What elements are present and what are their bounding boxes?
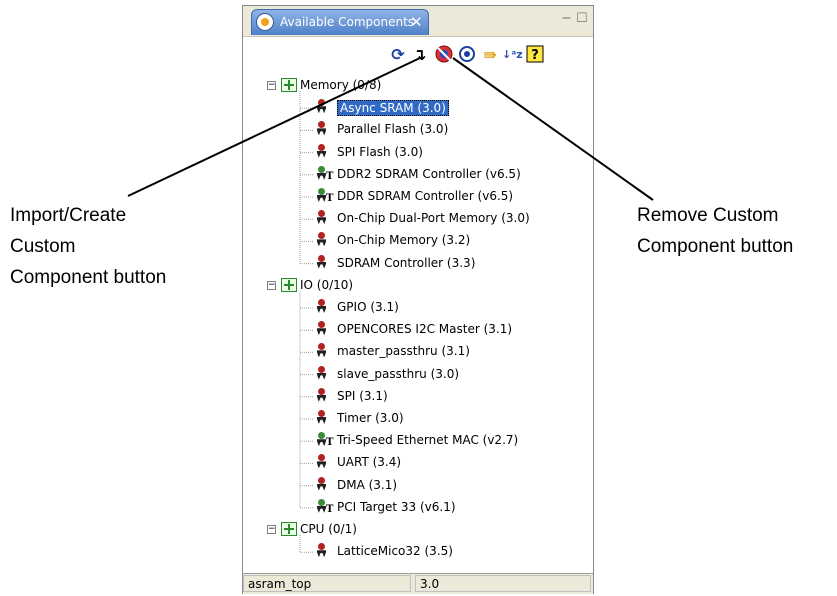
svg-text:?: ? [531,48,539,63]
category-folder-icon [281,522,297,536]
component-icon [313,387,329,404]
component-label: SPI (3.1) [337,388,388,403]
ip-core-icon: T [313,498,333,515]
component-icon [313,476,329,493]
component-label: Parallel Flash (3.0) [337,122,449,137]
tab-available-components[interactable]: Available Components ✕ [251,9,429,35]
component-label: Timer (3.0) [337,411,404,425]
component-icon [313,232,329,248]
status-version: 3.0 [415,575,591,592]
remove-callout-line2: Component button [637,236,794,257]
ip-core-icon: T [313,165,333,182]
refresh-icon[interactable]: ⟳ [388,45,408,65]
import-callout-line2: Custom [10,236,76,257]
component-icon [313,210,329,226]
remove-callout-line1: Remove Custom [637,205,779,226]
tab-title: Available Components [280,15,415,29]
ip-core-icon: T [313,188,333,204]
component-label: SPI Flash (3.0) [337,144,423,159]
remove-custom-icon[interactable] [434,45,454,65]
component-icon [313,543,329,559]
component-label: On-Chip Memory (3.2) [337,233,471,248]
component-label: OPENCORES I2C Master (3.1) [337,322,513,337]
collapse-icon[interactable]: − [267,280,276,290]
component-label: slave_passthru (3.0) [337,366,460,381]
component-label: Async SRAM (3.0) [337,100,449,117]
status-bar: asram_top 3.0 [243,573,593,594]
component-icon [313,410,329,426]
panel-titlebar: Available Components ✕ − ☐ [243,6,593,37]
components-view-icon [256,13,274,31]
sort-az-icon[interactable]: ↓ᵃz [502,45,523,65]
ip-core-icon: T [313,432,333,448]
status-instance-name: asram_top [243,575,411,592]
component-label: LatticeMico32 (3.5) [337,544,453,559]
component-label: DMA (3.1) [337,477,398,492]
panel-toolbar: ⟳ ↴ ⇛ ↓ᵃz ? [243,37,593,73]
target-icon[interactable] [457,45,477,65]
minimize-icon[interactable]: − [561,11,572,26]
component-icon [313,254,329,271]
component-icon [313,121,329,137]
component-tree[interactable]: − Memory (0/8) Async SRAM (3.0) Parallel Fl… [243,76,593,573]
component-label: master_passthru (3.1) [337,344,470,359]
import-create-icon[interactable]: ↴ [410,45,430,65]
component-label: On-Chip Dual-Port Memory (3.0) [337,211,530,226]
import-callout-label: Import/Create Custom Component button [10,200,166,293]
category-folder-icon [281,78,297,92]
component-icon [313,454,329,470]
component-icon [313,343,329,359]
component-label: PCI Target 33 (v6.1) [337,499,456,514]
maximize-icon[interactable]: ☐ [576,11,588,26]
filter-icon[interactable]: ⇛ [480,45,500,65]
component-label: GPIO (3.1) [337,300,399,314]
component-icon [313,99,329,115]
category-folder-icon [281,277,297,292]
collapse-icon[interactable]: − [267,81,276,90]
category-label: CPU (0/1) [300,522,357,536]
category-label: IO (0/10) [300,277,354,292]
component-label: Tri-Speed Ethernet MAC (v2.7) [337,433,519,448]
available-components-panel: Available Components ✕ − ☐ ⟳ ↴ ⇛ ↓ᵃz ? −… [242,5,594,594]
category-label: Memory (0/8) [300,78,382,92]
component-label: DDR SDRAM Controller (v6.5) [337,189,514,203]
component-icon [313,321,329,337]
import-callout-line1: Import/Create [10,205,127,226]
component-label: DDR2 SDRAM Controller (v6.5) [337,166,521,181]
close-icon[interactable]: ✕ [410,13,423,31]
help-icon[interactable]: ? [525,45,545,65]
component-label: UART (3.4) [337,455,402,470]
component-icon [313,143,329,160]
component-icon [313,299,329,315]
import-callout-line3: Component button [10,267,167,288]
component-label: SDRAM Controller (3.3) [337,255,476,270]
component-icon [313,365,329,382]
remove-callout-label: Remove Custom Component button [637,200,793,262]
collapse-icon[interactable]: − [267,525,276,534]
